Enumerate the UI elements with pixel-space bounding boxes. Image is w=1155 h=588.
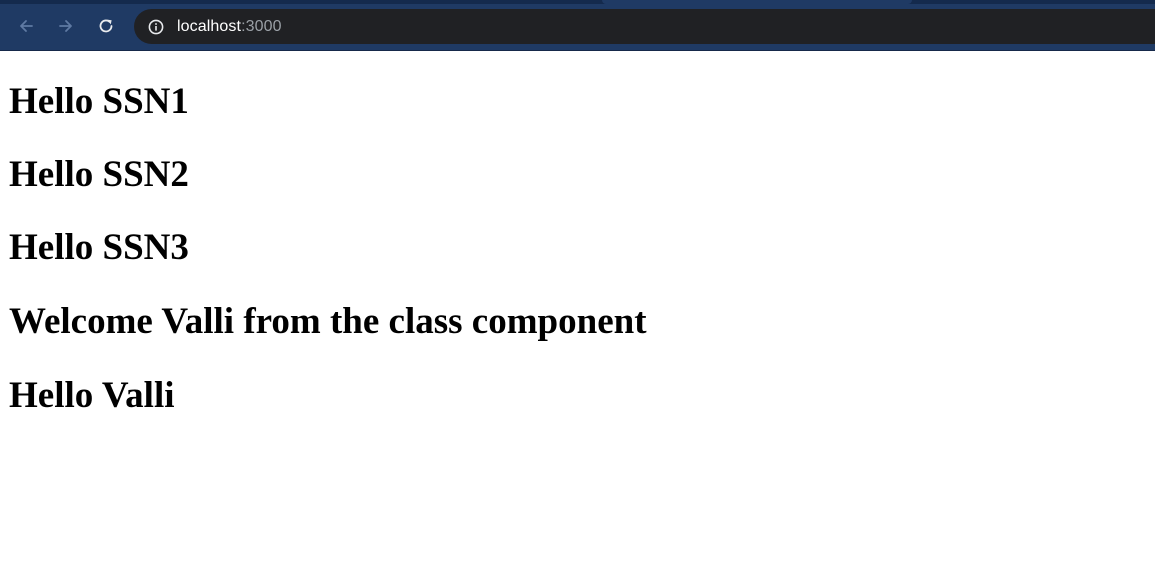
heading-hello-ssn2: Hello SSN2 [9, 154, 189, 195]
tab-strip [0, 0, 1155, 4]
reload-button[interactable] [94, 14, 118, 38]
reload-icon [97, 17, 115, 35]
back-button[interactable] [14, 14, 38, 38]
heading-hello-ssn1: Hello SSN1 [9, 81, 189, 122]
url-text[interactable]: localhost:3000 [177, 18, 282, 36]
info-icon[interactable] [148, 19, 164, 35]
heading-welcome: Welcome Valli from the class component [9, 301, 647, 342]
heading-hello-ssn3: Hello SSN3 [9, 227, 189, 268]
active-tab-edge[interactable] [602, 0, 912, 4]
url-host: localhost [177, 17, 242, 35]
browser-toolbar: localhost:3000 [0, 0, 1155, 51]
url-port: :3000 [241, 17, 282, 35]
back-arrow-icon [17, 17, 35, 35]
page-content: Hello SSN1 Hello SSN2 Hello SSN3 Welcome… [0, 51, 1155, 588]
forward-button[interactable] [54, 14, 78, 38]
forward-arrow-icon [57, 17, 75, 35]
address-bar[interactable]: localhost:3000 [134, 9, 1155, 44]
heading-hello-valli: Hello Valli [9, 375, 175, 416]
